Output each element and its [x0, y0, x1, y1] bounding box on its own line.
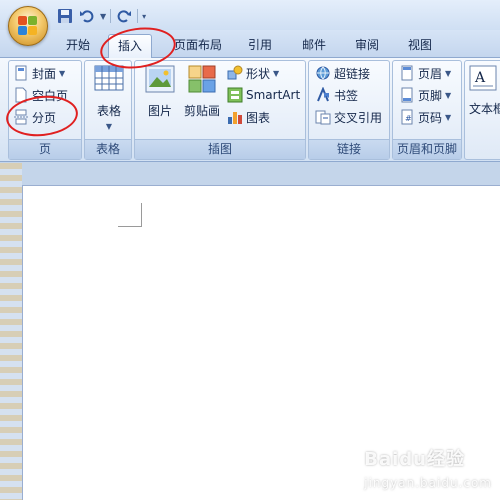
watermark: Baidu经验 jingyan.baidu.com — [364, 445, 492, 492]
hyperlink-icon — [315, 65, 331, 81]
watermark-text: Baidu经验 — [364, 449, 465, 470]
page-number-label: 页码 — [418, 110, 443, 125]
undo-icon[interactable] — [78, 7, 96, 25]
group-header-footer: 页眉 ▼ 页脚 ▼ # 页码 ▼ 页眉和页脚 — [392, 60, 462, 160]
group-illustrations: 图片 剪贴画 形状 ▼ SmartArt 图表 插图 — [134, 60, 306, 160]
cover-page-label: 封面 — [32, 66, 57, 81]
footer-label: 页脚 — [418, 88, 443, 103]
customize-qat-icon[interactable]: ▾ — [142, 12, 146, 21]
textbox-label: 文本框 — [469, 102, 500, 116]
chevron-down-icon: ▼ — [273, 68, 280, 78]
header-icon — [399, 65, 415, 81]
office-button[interactable] — [8, 6, 48, 46]
group-links: 超链接 书签 交叉引用 链接 — [308, 60, 390, 160]
tab-references[interactable]: 引用 — [242, 34, 278, 58]
watermark-sub: jingyan.baidu.com — [364, 476, 492, 490]
group-tables: 表格 ▼ 表格 — [84, 60, 132, 160]
cross-reference-icon — [315, 109, 331, 125]
smartart-button[interactable]: SmartArt — [227, 85, 300, 105]
svg-text:#: # — [405, 114, 412, 123]
picture-label: 图片 — [147, 104, 172, 118]
shapes-label: 形状 — [246, 66, 271, 81]
bookmark-button[interactable]: 书签 — [315, 85, 358, 105]
chevron-down-icon: ▼ — [445, 112, 452, 122]
smartart-label: SmartArt — [246, 88, 301, 102]
shapes-button[interactable]: 形状 ▼ — [227, 63, 279, 83]
quick-access-toolbar: ▼ ▾ — [56, 6, 146, 26]
tab-view[interactable]: 视图 — [402, 34, 438, 58]
chart-button[interactable]: 图表 — [227, 107, 270, 127]
hyperlink-label: 超链接 — [334, 66, 371, 81]
shapes-icon — [227, 65, 243, 81]
cover-page-button[interactable]: 封面 ▼ — [13, 63, 65, 83]
office-logo-icon — [18, 16, 38, 36]
chart-label: 图表 — [246, 110, 271, 125]
chevron-down-icon: ▼ — [59, 68, 66, 78]
group-text: A 文本框 — [464, 60, 500, 160]
group-pages-label: 页 — [9, 139, 81, 159]
save-icon[interactable] — [56, 7, 74, 25]
qat-separator — [110, 9, 112, 23]
redo-icon[interactable] — [115, 7, 133, 25]
hyperlink-button[interactable]: 超链接 — [315, 63, 370, 83]
cross-reference-button[interactable]: 交叉引用 — [315, 107, 382, 127]
clipart-label: 剪贴画 — [183, 104, 220, 118]
header-button[interactable]: 页眉 ▼ — [399, 63, 451, 83]
document-left-edge — [0, 163, 22, 500]
table-icon — [94, 65, 124, 94]
table-label: 表格 — [96, 104, 121, 118]
chart-icon — [227, 109, 243, 125]
cover-page-icon — [13, 65, 29, 81]
margin-corner-mark — [118, 203, 142, 227]
group-header-footer-label: 页眉和页脚 — [393, 139, 461, 159]
tab-home[interactable]: 开始 — [58, 34, 98, 58]
group-illustrations-label: 插图 — [135, 139, 305, 159]
header-label: 页眉 — [418, 66, 443, 81]
chevron-down-icon: ▼ — [105, 122, 113, 131]
textbox-button[interactable]: A 文本框 — [469, 65, 500, 117]
chevron-down-icon: ▼ — [445, 90, 452, 100]
svg-text:A: A — [474, 70, 486, 86]
page-number-icon: # — [399, 109, 415, 125]
tab-mailings[interactable]: 邮件 — [296, 34, 332, 58]
cross-reference-label: 交叉引用 — [334, 110, 383, 125]
tab-review[interactable]: 审阅 — [349, 34, 385, 58]
group-tables-label: 表格 — [85, 139, 131, 159]
clipart-button[interactable]: 剪贴画 — [181, 65, 223, 119]
bookmark-icon — [315, 86, 331, 103]
ribbon-tab-bar: 开始 插入 页面布局 引用 邮件 审阅 视图 — [0, 30, 500, 59]
qat-separator — [137, 9, 139, 23]
clipart-icon — [188, 65, 216, 96]
chevron-down-icon: ▼ — [445, 68, 452, 78]
footer-icon — [399, 87, 415, 103]
picture-icon — [145, 65, 175, 96]
bookmark-label: 书签 — [334, 88, 359, 103]
smartart-icon — [227, 87, 243, 103]
picture-button[interactable]: 图片 — [143, 65, 177, 119]
group-links-label: 链接 — [309, 139, 389, 159]
page-number-button[interactable]: # 页码 ▼ — [399, 107, 451, 127]
textbox-icon: A — [469, 65, 497, 94]
table-button[interactable]: 表格 ▼ — [91, 65, 127, 131]
undo-dropdown-icon[interactable]: ▼ — [100, 12, 106, 21]
footer-button[interactable]: 页脚 ▼ — [399, 85, 451, 105]
